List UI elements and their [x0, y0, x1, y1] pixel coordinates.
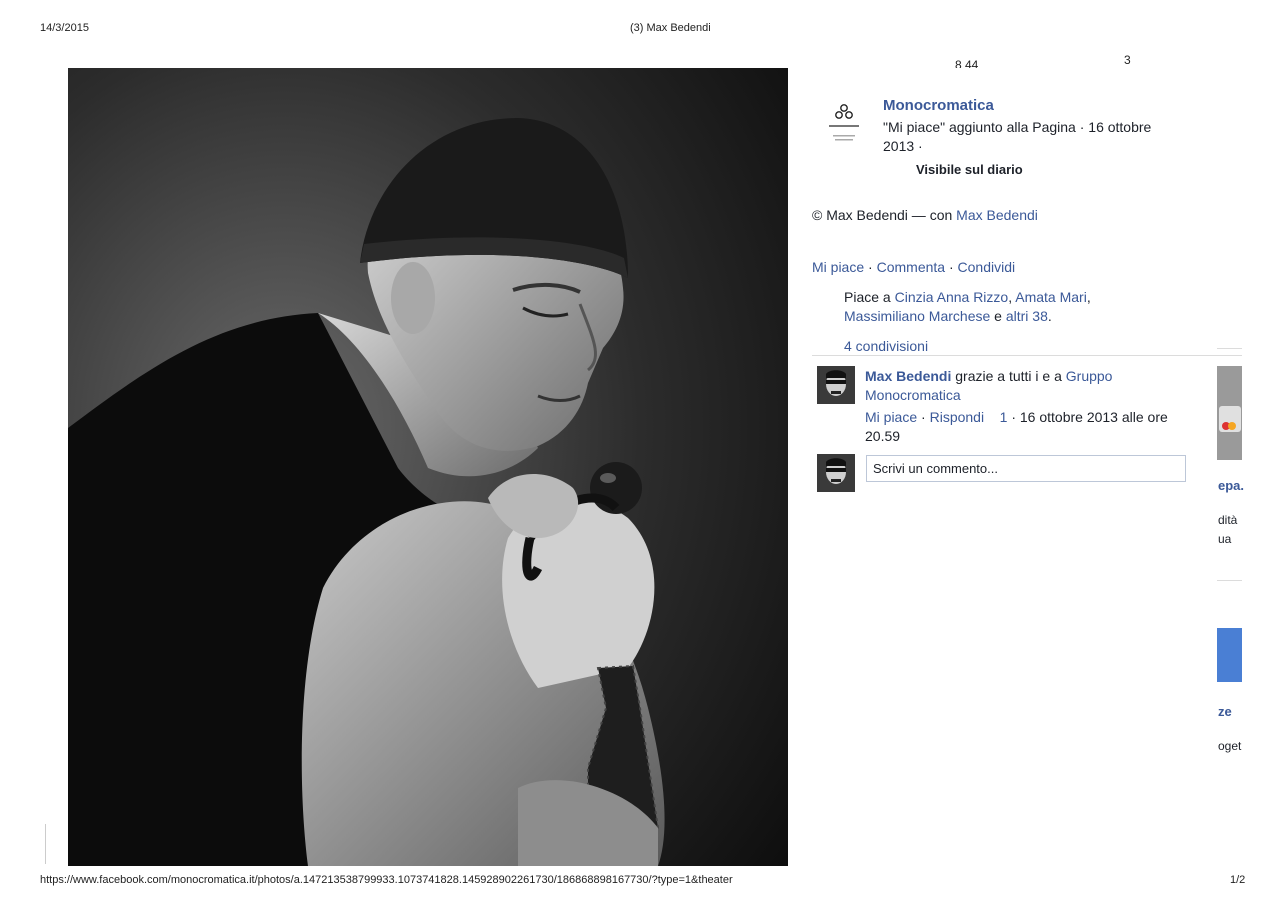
likes-prefix: Piace a	[844, 289, 895, 305]
main-photo[interactable]	[68, 68, 788, 866]
likes-end: .	[1047, 308, 1052, 324]
comment-input[interactable]	[866, 455, 1186, 482]
action-separator: ·	[945, 259, 958, 275]
caption-tag-link[interactable]: Max Bedendi	[956, 207, 1038, 223]
liker-link[interactable]: Cinzia Anna Rizzo	[895, 289, 1009, 305]
clipped-link[interactable]: epa.	[1218, 478, 1244, 493]
avatar-image	[817, 366, 855, 404]
page-activity: "Mi piace" aggiunto alla Pagina · 16 ott…	[883, 119, 1152, 154]
comment-like-link[interactable]: Mi piace	[865, 409, 917, 425]
avatar-image	[817, 454, 855, 492]
other-likers-link[interactable]: altri 38	[1006, 308, 1048, 324]
print-title: (3) Max Bedendi	[630, 22, 711, 34]
comment-text: grazie a tutti i e a	[951, 368, 1066, 384]
card-image	[1217, 366, 1242, 460]
post-actions: Mi piace · Commenta · Condividi	[812, 258, 1015, 277]
clipped-ad-image	[1217, 366, 1242, 460]
divider	[812, 355, 1242, 356]
comment-meta: Mi piace · Rispondi 1 · 16 ottobre 2013 …	[865, 409, 1168, 444]
photo-image	[68, 68, 788, 866]
comment-like-count[interactable]: 1	[1000, 409, 1008, 425]
print-page-number: 1/2	[1230, 874, 1246, 886]
clipped-fragment: 3	[1124, 53, 1131, 67]
divider	[1217, 348, 1242, 349]
viewer-avatar	[817, 454, 855, 492]
likes-and: e	[990, 308, 1006, 324]
print-date: 14/3/2015	[40, 22, 89, 34]
caption-prefix: © Max Bedendi — con	[812, 207, 957, 223]
liker-link[interactable]: Massimiliano Marchese	[844, 308, 990, 324]
like-link[interactable]: Mi piace	[812, 259, 864, 275]
page-name-link[interactable]: Monocromatica	[883, 97, 994, 114]
clipped-counter: 8 44	[955, 58, 979, 68]
photo-caption: © Max Bedendi — con Max Bedendi	[812, 206, 1038, 225]
scroll-edge	[45, 824, 46, 864]
monocromatica-logo-icon	[829, 104, 859, 141]
clipped-text: ua	[1218, 532, 1232, 546]
action-separator: ·	[864, 259, 877, 275]
likes-summary: Piace a Cinzia Anna Rizzo, Amata Mari, M…	[844, 289, 1091, 324]
clipped-text: dità	[1218, 513, 1238, 527]
liker-link[interactable]: Amata Mari	[1015, 289, 1087, 305]
comment-reply-link[interactable]: Rispondi	[930, 409, 984, 425]
print-url: https://www.facebook.com/monocromatica.i…	[40, 874, 733, 886]
clipped-ad-image	[1217, 628, 1242, 682]
share-link[interactable]: Condividi	[958, 259, 1016, 275]
shares-link[interactable]: 4 condivisioni	[844, 337, 928, 356]
clipped-text: oget	[1218, 739, 1242, 753]
comment-body: Max Bedendi grazie a tutti i e a Gruppo …	[865, 367, 1175, 405]
divider	[1217, 580, 1242, 581]
comment-link[interactable]: Commenta	[877, 259, 945, 275]
page-logo[interactable]	[817, 99, 871, 153]
commenter-avatar[interactable]	[817, 366, 855, 404]
clipped-link[interactable]: ze	[1218, 704, 1232, 719]
comment-author-link[interactable]: Max Bedendi	[865, 368, 951, 384]
visibility-label: Visibile sul diario	[916, 162, 1023, 177]
